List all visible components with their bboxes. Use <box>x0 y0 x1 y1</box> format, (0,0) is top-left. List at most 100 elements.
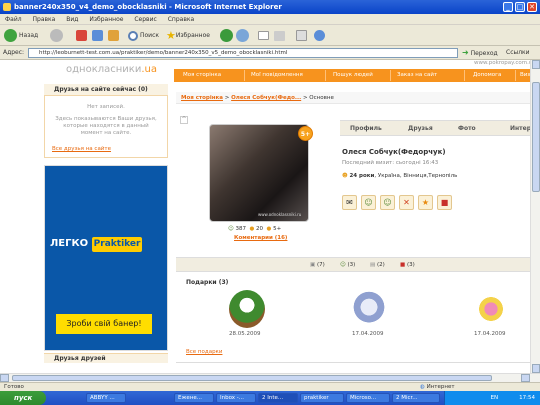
gift-icon: ■ <box>400 262 406 268</box>
gift-date: 28.05.2009 <box>229 331 261 337</box>
like-icon: ☺ <box>228 226 234 232</box>
coins-count: 20 <box>256 226 264 232</box>
menu-file[interactable]: Файл <box>5 16 22 23</box>
cocktails-gift[interactable] <box>473 290 509 328</box>
toolbar: Назад Поиск ★Избранное <box>0 25 540 46</box>
star-icon: ★ <box>421 198 430 207</box>
close-button[interactable]: ✕ <box>527 2 537 12</box>
nav-help[interactable]: Допомога <box>473 72 501 78</box>
breadcrumb-home[interactable]: Моя сторінка <box>181 95 223 101</box>
edit-button[interactable] <box>296 28 309 43</box>
counters-bar: ▣ (7) ☺ (3) ▤ (2) ■ (3) <box>176 257 530 272</box>
gifts-title: Подарки (3) <box>186 279 229 286</box>
tab-photos[interactable]: Фото <box>458 125 476 132</box>
media-button[interactable] <box>220 28 235 43</box>
breadcrumb-profile[interactable]: Олеся Собчук(Федо... <box>231 95 301 101</box>
horizontal-scrollbar[interactable] <box>0 373 540 382</box>
maximize-button[interactable]: □ <box>515 2 525 12</box>
corner-site-link[interactable]: www.pokropay.com.ua <box>474 60 536 66</box>
send-gift-button[interactable]: ■ <box>437 195 452 210</box>
photos-counter[interactable]: ▣ (7) <box>310 258 325 273</box>
scroll-up-button[interactable] <box>532 60 540 69</box>
window-title-bar: banner240x350_v4_demo_obocklasniki - Mic… <box>0 0 540 14</box>
stop-button[interactable] <box>76 28 89 43</box>
home-icon <box>108 30 119 41</box>
minimize-button[interactable]: _ <box>503 2 513 12</box>
menu-view[interactable]: Вид <box>66 16 78 23</box>
bookmark-button[interactable]: ★ <box>418 195 433 210</box>
messenger-button[interactable] <box>314 28 327 43</box>
scroll-thumb[interactable] <box>532 82 540 192</box>
scroll-right-button[interactable] <box>521 374 530 382</box>
rating-badge: 5+ <box>298 126 313 141</box>
task-praktiker[interactable]: praktiker <box>300 393 344 403</box>
menu-favorites[interactable]: Избранное <box>89 16 123 23</box>
status-bar: Готово ◍ Интернет <box>0 382 540 391</box>
nav-search-people[interactable]: Пошук людей <box>333 72 373 78</box>
menu-bar: Файл Правка Вид Избранное Сервис Справка <box>0 14 540 25</box>
stop-icon <box>76 30 87 41</box>
profile-photo[interactable] <box>209 124 309 222</box>
task-ezhene[interactable]: Ежене... <box>174 393 214 403</box>
banner-cta-button[interactable]: Зроби свій банер! <box>56 314 152 334</box>
language-indicator[interactable]: EN <box>491 395 499 401</box>
nav-my-page[interactable]: Моя сторінка <box>183 72 221 78</box>
history-button[interactable] <box>236 28 251 43</box>
tab-profile[interactable]: Профиль <box>350 125 382 132</box>
print-button[interactable] <box>274 28 287 43</box>
task-microsoft-2[interactable]: 2 Micr... <box>392 393 440 403</box>
back-arrow-icon <box>4 29 17 42</box>
send-message-button[interactable]: ✉ <box>342 195 357 210</box>
profile-name: Олеся Собчук(Федорчук) <box>342 148 446 156</box>
favorites-button[interactable]: ★Избранное <box>166 28 210 43</box>
gift-icon: ■ <box>440 198 449 207</box>
task-inbox[interactable]: Inbox -... <box>216 393 256 403</box>
forward-button[interactable] <box>50 28 65 43</box>
all-friends-online-link[interactable]: Все друзья на сайте <box>52 146 111 152</box>
gifts-counter[interactable]: ■ (3) <box>400 258 415 273</box>
links-button[interactable]: Ссылки <box>506 46 530 60</box>
mail-icon <box>258 31 269 40</box>
nav-separator <box>390 70 391 81</box>
nav-messages[interactable]: Мої повідомлення <box>251 72 303 78</box>
address-bar: Адрес: http://leoburnett-test.com.ua/pra… <box>0 46 540 60</box>
address-input[interactable]: http://leoburnett-test.com.ua/praktiker/… <box>28 48 458 58</box>
all-gifts-link[interactable]: Все подарки <box>186 349 222 355</box>
photo-watermark: www.odnoklassniki.ru <box>258 212 302 217</box>
hscroll-thumb[interactable] <box>12 375 492 381</box>
home-button[interactable] <box>108 28 121 43</box>
friends-counter[interactable]: ☺ (3) <box>340 258 355 273</box>
people-icon: ☺ <box>340 262 346 268</box>
go-button[interactable]: ➜ Переход <box>462 46 498 61</box>
globe-icon: ◍ <box>420 384 425 390</box>
nav-order[interactable]: Заказ на сайт <box>397 72 437 78</box>
nav-separator <box>325 70 326 81</box>
search-icon <box>128 30 138 41</box>
start-button[interactable]: пуск <box>0 391 46 405</box>
refresh-button[interactable] <box>92 28 105 43</box>
tab-friends[interactable]: Друзья <box>408 125 433 132</box>
add-friend-button[interactable]: ☺ <box>361 195 376 210</box>
block-button[interactable]: ✕ <box>399 195 414 210</box>
scroll-down-button[interactable] <box>532 364 540 373</box>
bouquet-gift[interactable] <box>351 290 387 328</box>
task-microsoft[interactable]: Microso... <box>346 393 390 403</box>
search-button[interactable]: Поиск <box>128 28 159 43</box>
comments-link[interactable]: Коментарии (16) <box>234 235 287 241</box>
vertical-scrollbar[interactable] <box>530 60 540 373</box>
menu-help[interactable]: Справка <box>168 16 194 23</box>
task-abbyy[interactable]: ABBYY ... <box>86 393 126 403</box>
back-button[interactable]: Назад <box>4 28 38 43</box>
invite-group-button[interactable]: ☺ <box>380 195 395 210</box>
menu-edit[interactable]: Правка <box>33 16 56 23</box>
menu-tools[interactable]: Сервис <box>134 16 156 23</box>
scroll-left-button[interactable] <box>0 374 9 382</box>
flower-pot-gift[interactable] <box>229 290 265 328</box>
site-logo[interactable]: однокласники.ua <box>66 64 157 75</box>
tab-interests[interactable]: Интер <box>510 125 531 132</box>
mail-button[interactable] <box>258 28 271 43</box>
address-label: Адрес: <box>3 49 25 56</box>
task-internet-explorer[interactable]: 2 Inte... <box>258 393 298 403</box>
messages-counter[interactable]: ▤ (2) <box>370 258 385 273</box>
collapse-icon[interactable]: ^ <box>180 116 188 124</box>
